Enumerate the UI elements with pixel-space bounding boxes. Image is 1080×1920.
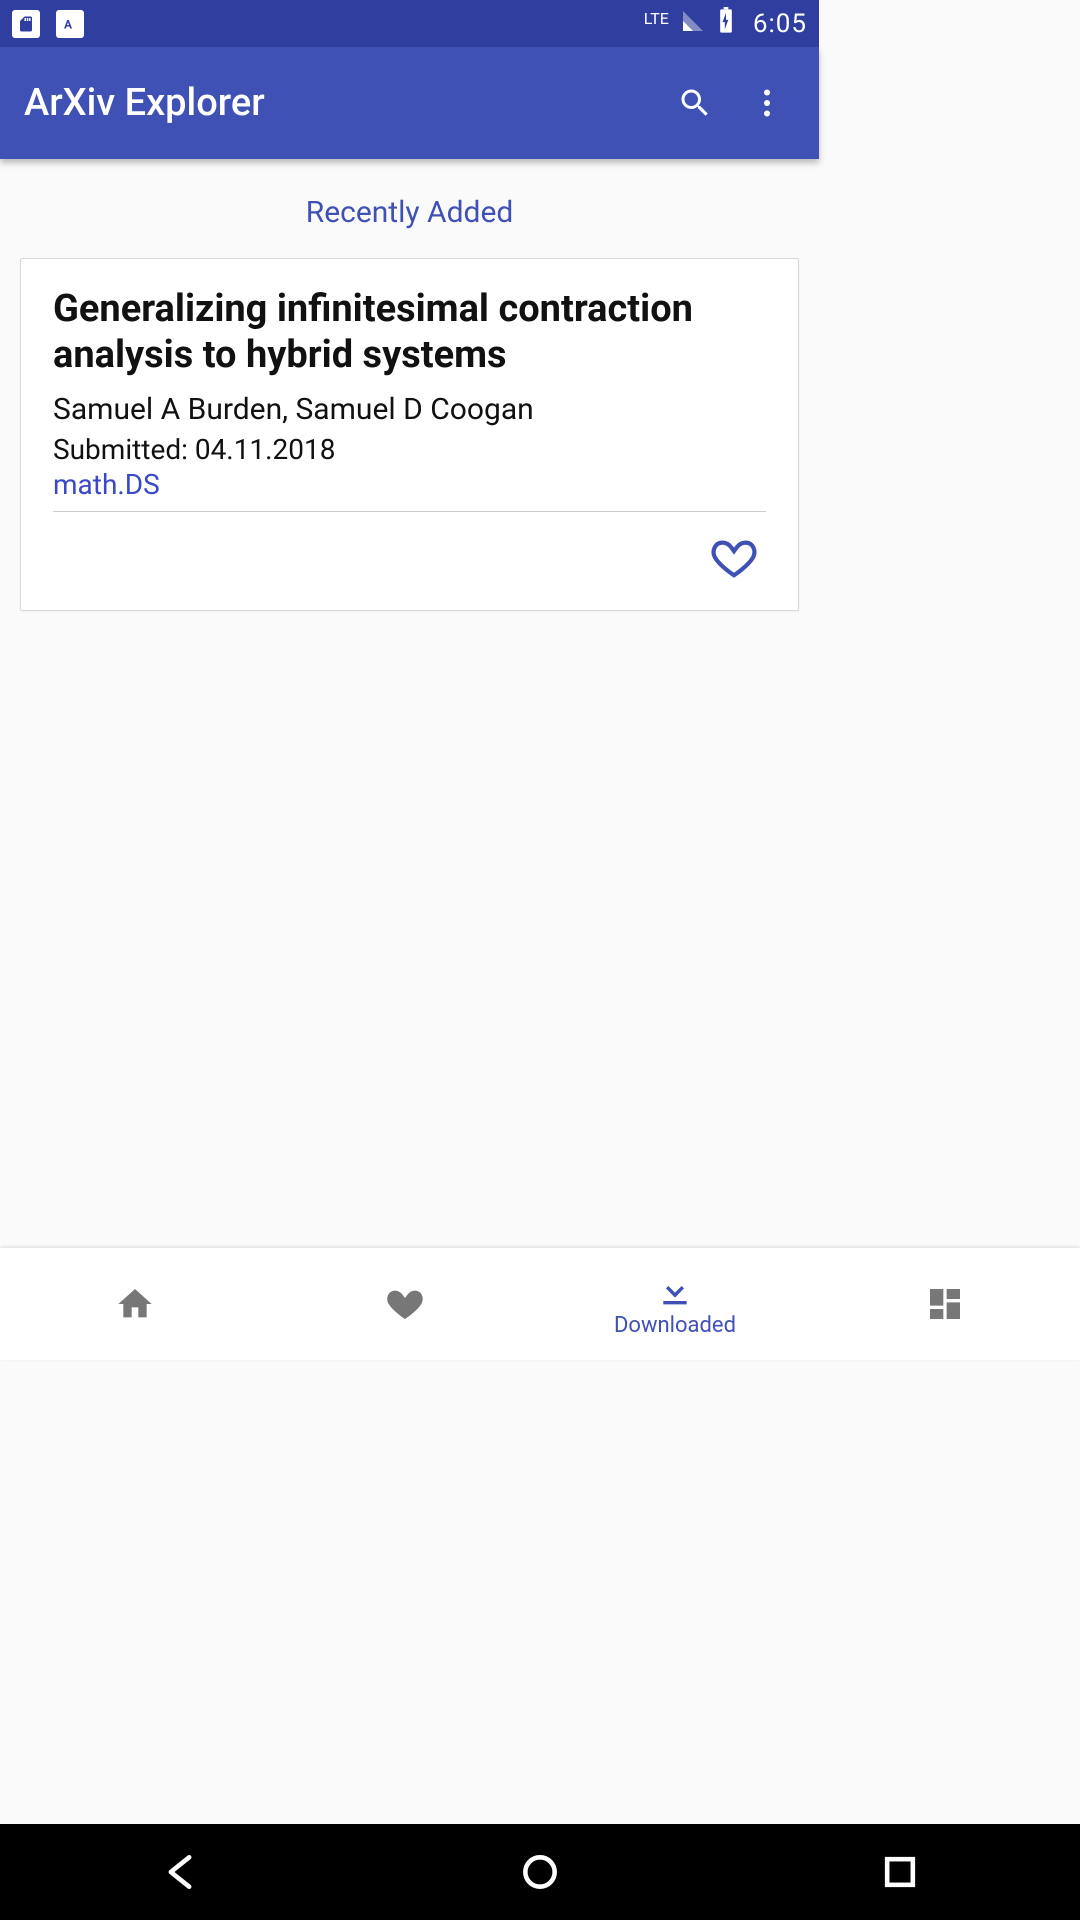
paper-category: math.DS (53, 468, 766, 501)
back-triangle-icon (158, 1850, 202, 1894)
dashboard-icon (925, 1284, 965, 1324)
bottom-nav: Home Favorites Downloaded Categories (0, 1248, 1080, 1360)
tab-home[interactable]: Home (0, 1248, 270, 1360)
paper-actions (53, 518, 766, 590)
content-scroll[interactable]: Recently Added Generalizing infinitesima… (0, 159, 819, 1248)
tab-favorites[interactable]: Favorites (270, 1248, 540, 1360)
section-header: Recently Added (20, 179, 799, 258)
app-title: ArXiv Explorer (24, 81, 651, 125)
sys-home-button[interactable] (510, 1842, 570, 1902)
home-icon (115, 1284, 155, 1324)
paper-submitted: Submitted: 04.11.2018 (53, 433, 766, 466)
tab-downloaded[interactable]: Downloaded (540, 1248, 810, 1360)
download-icon (655, 1271, 695, 1311)
tab-categories[interactable]: Categories (810, 1248, 1080, 1360)
sys-recents-button[interactable] (870, 1842, 930, 1902)
status-app-icon: A (56, 10, 84, 38)
paper-divider (53, 511, 766, 512)
paper-authors: Samuel A Burden, Samuel D Coogan (53, 392, 766, 427)
search-icon (677, 85, 713, 121)
heart-outline-icon (711, 535, 757, 581)
status-bar-left: A (12, 10, 84, 38)
sd-card-icon (12, 10, 40, 38)
lte-label: LTE (644, 9, 669, 28)
paper-title: Generalizing infinitesimal contraction a… (53, 287, 766, 378)
tab-downloaded-label: Downloaded (614, 1313, 736, 1338)
system-nav-bar (0, 1824, 1080, 1920)
app-bar: ArXiv Explorer (0, 47, 819, 159)
battery-icon (717, 7, 735, 41)
heart-icon (385, 1284, 425, 1324)
more-vert-icon (749, 85, 785, 121)
favorite-button[interactable] (702, 526, 766, 590)
status-time: 6:05 (753, 9, 807, 39)
square-icon (878, 1850, 922, 1894)
status-bar: A LTE 6:05 (0, 0, 819, 47)
circle-icon (518, 1850, 562, 1894)
search-button[interactable] (667, 75, 723, 131)
signal-icon (681, 9, 705, 39)
svg-text:A: A (64, 17, 73, 31)
sys-back-button[interactable] (150, 1842, 210, 1902)
status-bar-right: LTE 6:05 (644, 7, 807, 41)
overflow-menu-button[interactable] (739, 75, 795, 131)
paper-card[interactable]: Generalizing infinitesimal contraction a… (20, 258, 799, 611)
